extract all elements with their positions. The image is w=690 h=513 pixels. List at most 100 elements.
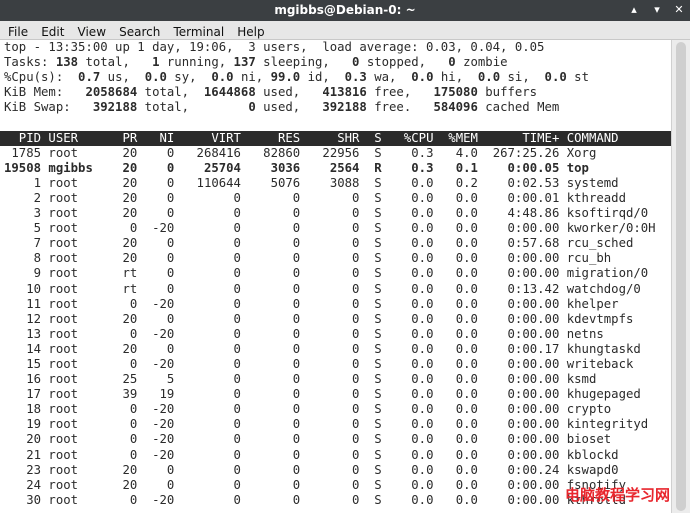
cell-res: 0	[240, 190, 301, 205]
menu-help[interactable]: Help	[233, 23, 268, 41]
process-row: 13 root 0 -20 0 0 0 S 0.0 0.0 0:00.00 ne…	[0, 327, 671, 342]
cell-pr: 20	[115, 190, 138, 205]
process-table-header: PID USER PR NI VIRT RES SHR S %CPU %MEM …	[0, 130, 671, 146]
cell-pr: 20	[115, 206, 138, 221]
cell-res: 0	[240, 417, 301, 432]
mem-segment: used,	[255, 85, 323, 100]
terminal-scrollbar[interactable]	[671, 40, 690, 513]
cell-virt: 0	[174, 281, 241, 296]
cpu-segment: 0.0	[211, 70, 234, 85]
cell-shr: 0	[300, 387, 360, 402]
cell-res: 0	[240, 356, 301, 371]
cell-res: 0	[240, 372, 301, 387]
column-header-cpu: %CPU	[381, 130, 434, 145]
cell-pid: 20	[4, 432, 42, 447]
close-button[interactable]: ✕	[672, 2, 686, 18]
cell-s: S	[359, 447, 382, 462]
cell-res: 0	[240, 477, 301, 492]
cell-pid: 15	[4, 356, 42, 371]
tasks-segment: 138	[55, 55, 79, 70]
cell-mem: 0.0	[433, 402, 478, 417]
cell-pr: 0	[115, 402, 138, 417]
cell-s: R	[359, 160, 382, 175]
cell-time: 0:00.00	[477, 221, 560, 236]
tasks-segment: 1	[152, 55, 160, 70]
cell-s: S	[359, 221, 382, 236]
swap-segment: KiB Swap:	[4, 100, 93, 115]
scrollbar-thumb[interactable]	[676, 42, 686, 511]
cell-ni: 0	[137, 206, 175, 221]
cell-cmd: rcu_sched	[559, 236, 634, 251]
cell-pid: 8	[4, 251, 42, 266]
cell-cpu: 0.0	[381, 477, 434, 492]
mem-segment: KiB Mem:	[4, 85, 86, 100]
process-row: 11 root 0 -20 0 0 0 S 0.0 0.0 0:00.00 kh…	[0, 297, 671, 312]
cell-virt: 0	[174, 221, 241, 236]
cell-virt: 0	[174, 266, 241, 281]
cell-pid: 2	[4, 190, 42, 205]
cell-ni: -20	[137, 432, 175, 447]
menu-search[interactable]: Search	[115, 23, 164, 41]
cell-ni: 0	[137, 160, 175, 175]
menu-edit[interactable]: Edit	[37, 23, 68, 41]
cell-time: 0:00.00	[477, 356, 560, 371]
terminal-output[interactable]: top - 13:35:00 up 1 day, 19:06, 3 users,…	[0, 40, 671, 513]
cell-cmd: kswapd0	[559, 462, 619, 477]
column-header-pid: PID	[4, 130, 42, 145]
menu-terminal[interactable]: Terminal	[169, 23, 228, 41]
window-titlebar[interactable]: mgibbs@Debian-0: ~ ▴ ▾ ✕	[0, 0, 690, 21]
process-row: 8 root 20 0 0 0 0 S 0.0 0.0 0:00.00 rcu_…	[0, 251, 671, 266]
cell-shr: 0	[300, 341, 360, 356]
cell-virt: 0	[174, 387, 241, 402]
cpu-segment: 0.0	[477, 70, 501, 85]
cell-virt: 0	[174, 190, 241, 205]
cell-virt: 0	[174, 311, 241, 326]
process-table-body: 1785 root 20 0 268416 82860 22956 S 0.3 …	[0, 146, 671, 508]
cell-user: root	[41, 356, 116, 371]
minimize-button[interactable]: ▴	[627, 2, 641, 18]
process-row: 23 root 20 0 0 0 0 S 0.0 0.0 0:00.24 ksw…	[0, 463, 671, 478]
menu-file[interactable]: File	[4, 23, 32, 41]
cell-res: 82860	[240, 145, 301, 160]
cell-s: S	[359, 296, 382, 311]
mem-segment: 413816	[322, 85, 367, 100]
cell-ni: 0	[137, 462, 175, 477]
maximize-button[interactable]: ▾	[650, 2, 664, 18]
cell-user: root	[41, 372, 116, 387]
cell-cmd: Xorg	[559, 145, 597, 160]
cell-cpu: 0.0	[381, 281, 434, 296]
cell-cmd: kworker/0:0H	[559, 221, 656, 236]
cell-cmd: top	[559, 160, 589, 175]
cell-cpu: 0.0	[381, 447, 434, 462]
swap-segment: 584096	[433, 100, 478, 115]
cell-cpu: 0.0	[381, 492, 434, 507]
cell-time: 4:48.86	[477, 206, 560, 221]
cell-ni: 0	[137, 341, 175, 356]
tasks-segment: zombie	[455, 55, 508, 70]
cell-time: 0:00.17	[477, 341, 560, 356]
process-row: 9 root rt 0 0 0 0 S 0.0 0.0 0:00.00 migr…	[0, 266, 671, 281]
cell-s: S	[359, 266, 382, 281]
swap-segment: used,	[255, 100, 323, 115]
cell-time: 0:00.00	[477, 432, 560, 447]
cell-pid: 23	[4, 462, 42, 477]
cell-shr: 0	[300, 206, 360, 221]
cell-cmd: kthreadd	[559, 190, 626, 205]
cell-cpu: 0.0	[381, 251, 434, 266]
swap-segment: 392188	[92, 100, 138, 115]
cell-res: 0	[240, 387, 301, 402]
swap-segment: cached Mem	[477, 100, 560, 115]
cell-pr: 0	[115, 492, 138, 507]
cell-shr: 0	[300, 281, 360, 296]
cell-shr: 0	[300, 372, 360, 387]
cell-virt: 0	[174, 372, 241, 387]
cell-cmd: watchdog/0	[559, 281, 641, 296]
cell-res: 0	[240, 326, 301, 341]
menu-view[interactable]: View	[74, 23, 110, 41]
mem-line: KiB Mem: 2058684 total, 1644868 used, 41…	[0, 85, 671, 100]
cell-cpu: 0.0	[381, 356, 434, 371]
cell-pid: 18	[4, 402, 42, 417]
cell-virt: 0	[174, 206, 241, 221]
cpu-line: %Cpu(s): 0.7 us, 0.0 sy, 0.0 ni, 99.0 id…	[0, 70, 671, 85]
cell-user: root	[41, 236, 116, 251]
